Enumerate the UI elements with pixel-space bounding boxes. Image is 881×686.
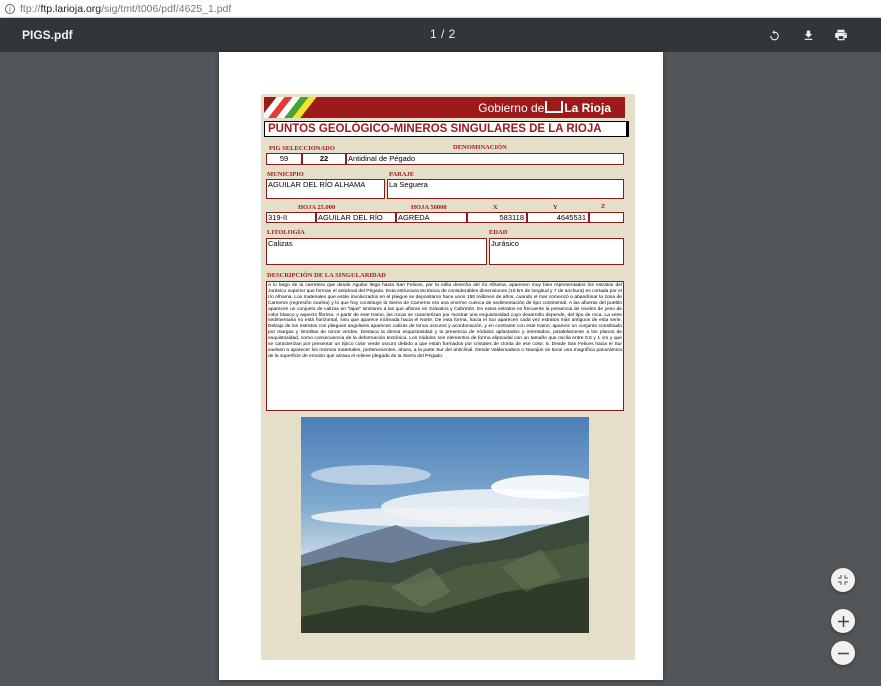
page-indicator[interactable]: 1 / 2 <box>430 27 456 41</box>
label-y: Y <box>553 204 558 211</box>
label-denominacion: DENOMINACIÓN <box>453 144 507 151</box>
label-z: Z <box>601 203 606 210</box>
fit-page-icon[interactable] <box>831 568 855 592</box>
label-hoja50: HOJA 50000 <box>411 204 447 211</box>
field-municipio: AGUILAR DEL RÍO ALHAMA <box>266 179 385 199</box>
address-bar[interactable]: i ftp://ftp.larioja.org/sig/tmt/t006/pdf… <box>0 0 881 18</box>
field-pig-b: 22 <box>302 153 346 165</box>
url-path: /sig/tmt/t006/pdf/4625_1.pdf <box>101 2 232 15</box>
field-hoja25-code: 319-II <box>266 212 316 223</box>
label-pig: PIG SELECCIONADO <box>269 145 335 152</box>
print-icon[interactable] <box>833 27 849 43</box>
url-prefix: ftp:// <box>20 2 41 15</box>
field-paraje: La Seguera <box>387 179 624 199</box>
pdf-toolbar: PIGS.pdf 1 / 2 <box>0 18 881 52</box>
url-text[interactable]: ftp://ftp.larioja.org/sig/tmt/t006/pdf/4… <box>20 3 231 15</box>
field-hoja50-name: AGREDA <box>396 212 467 223</box>
label-municipio: MUNICIPIO <box>267 171 304 178</box>
label-litologia: LITOLOGÍA <box>267 229 305 236</box>
field-pig-a: 59 <box>266 153 302 165</box>
mountain-landscape-photo <box>301 417 589 633</box>
pdf-viewer[interactable]: Gobierno de La Rioja PUNTOS GEOLÓGICO-MIN… <box>0 52 881 686</box>
field-litologia: Calizas <box>266 238 487 265</box>
field-y: 4645531 <box>527 212 589 223</box>
label-descripcion: DESCRIPCIÓN DE LA SINGULARIDAD <box>267 272 387 279</box>
field-descripcion: A lo largo de la carretera que desde Agu… <box>266 281 624 411</box>
rotate-icon[interactable] <box>766 27 782 43</box>
url-host: ftp.larioja.org <box>40 2 102 15</box>
site-info-icon[interactable]: i <box>5 3 15 14</box>
label-paraje: PARAJE <box>389 171 415 178</box>
label-x: X <box>493 204 498 211</box>
field-denominacion: Antidinal de Pégado <box>346 153 624 165</box>
document-title: PIGS.pdf <box>22 28 73 42</box>
zoom-in-icon[interactable] <box>831 609 855 633</box>
header-banner: Gobierno de La Rioja <box>264 97 625 118</box>
field-hoja25-name: AGUILAR DEL RÍO <box>316 212 396 223</box>
field-edad: Jurásico <box>489 238 624 265</box>
document-sheet: Gobierno de La Rioja PUNTOS GEOLÓGICO-MIN… <box>261 94 635 660</box>
pdf-page: Gobierno de La Rioja PUNTOS GEOLÓGICO-MIN… <box>219 52 663 680</box>
zoom-out-icon[interactable] <box>831 641 855 665</box>
government-logo: Gobierno de La Rioja <box>478 101 611 115</box>
label-edad: EDAD <box>489 229 508 236</box>
house-icon <box>545 101 564 113</box>
document-main-title: PUNTOS GEOLÓGICO-MINEROS SINGULARES DE L… <box>264 121 629 137</box>
download-icon[interactable] <box>800 27 816 43</box>
label-hoja25: HOJA 25.000 <box>298 204 336 211</box>
field-x: 583118 <box>467 212 527 223</box>
field-z <box>589 212 624 223</box>
